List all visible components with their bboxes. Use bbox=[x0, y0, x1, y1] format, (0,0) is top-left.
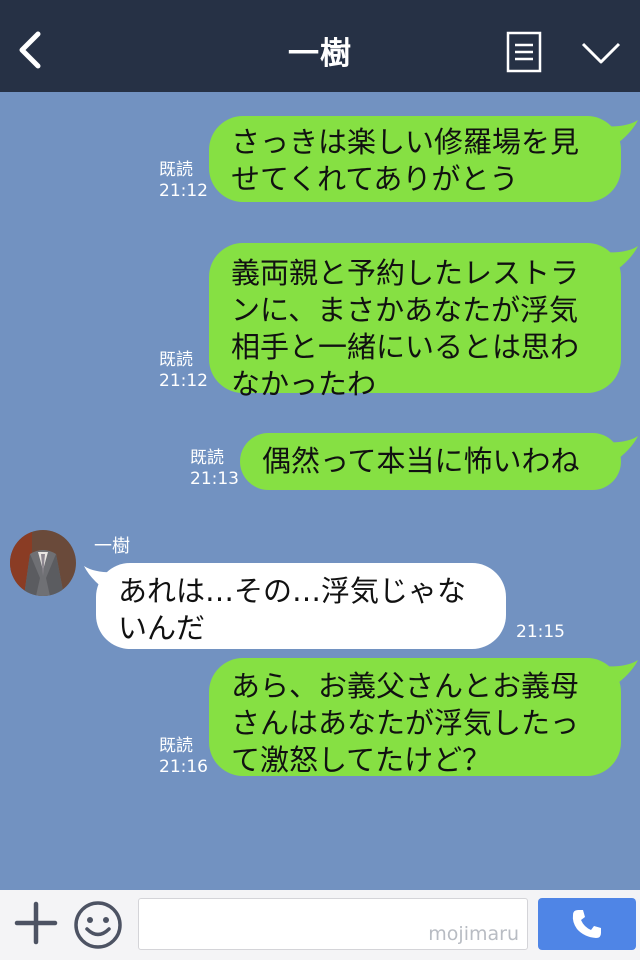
read-receipt: 既読 21:12 bbox=[159, 160, 208, 202]
read-label: 既読 bbox=[190, 448, 224, 468]
message-input[interactable]: mojimaru bbox=[138, 898, 528, 950]
message-bubble[interactable]: あれは…その…浮気じゃな いんだ bbox=[96, 563, 506, 649]
chat-header: 一樹 bbox=[0, 0, 640, 92]
message-time: 21:15 bbox=[516, 622, 565, 642]
message-line: あら、お義父さんとお義母 bbox=[231, 669, 580, 703]
read-receipt: 既読 21:16 bbox=[159, 736, 208, 778]
sender-name: 一樹 bbox=[94, 536, 130, 557]
message-bubble[interactable]: さっきは楽しい修羅場を見 せてくれてありがとう bbox=[209, 116, 621, 202]
message-line: なかったわ bbox=[231, 367, 377, 401]
chat-title: 一樹 bbox=[288, 36, 352, 72]
call-button[interactable] bbox=[538, 898, 636, 950]
menu-icon[interactable] bbox=[506, 31, 542, 73]
message-time: 21:12 bbox=[159, 371, 208, 391]
message-time: 21:16 bbox=[159, 757, 208, 777]
message-time: 21:12 bbox=[159, 181, 208, 201]
read-receipt: 既読 21:12 bbox=[159, 350, 208, 392]
phone-icon bbox=[572, 910, 601, 938]
message-line: さんはあなたが浮気したっ bbox=[231, 706, 580, 740]
message-line: さっきは楽しい修羅場を見 bbox=[231, 125, 580, 159]
message-line: 相手と一緒にいるとは思わ bbox=[231, 330, 580, 364]
message-bubble[interactable]: 義両親と予約したレストラ ンに、まさかあなたが浮気 相手と一緒にいるとは思わ な… bbox=[209, 243, 621, 401]
read-label: 既読 bbox=[159, 736, 193, 756]
message-line: ンに、まさかあなたが浮気 bbox=[231, 293, 579, 327]
message-time: 21:13 bbox=[190, 469, 239, 489]
message-line: あれは…その…浮気じゃな bbox=[118, 574, 467, 608]
read-receipt: 既読 21:13 bbox=[190, 448, 239, 490]
plus-icon[interactable] bbox=[14, 901, 58, 945]
message-line: いんだ bbox=[118, 611, 206, 645]
message-line: せてくれてありがとう bbox=[231, 162, 519, 196]
avatar[interactable] bbox=[10, 530, 76, 596]
watermark: mojimaru bbox=[428, 923, 519, 945]
chevron-down-icon[interactable] bbox=[580, 40, 622, 66]
message-line: て激怒してたけど？ bbox=[231, 743, 492, 777]
message-bubble[interactable]: 偶然って本当に怖いわね bbox=[240, 433, 621, 490]
smile-icon[interactable] bbox=[73, 900, 123, 950]
message-line: 偶然って本当に怖いわね bbox=[262, 444, 580, 478]
suit-avatar-icon bbox=[10, 530, 76, 596]
read-label: 既読 bbox=[159, 350, 193, 370]
read-label: 既読 bbox=[159, 160, 193, 180]
message-line: 義両親と予約したレストラ bbox=[231, 256, 580, 290]
message-bubble[interactable]: あら、お義父さんとお義母 さんはあなたが浮気したっ て激怒してたけど？ bbox=[209, 658, 621, 777]
